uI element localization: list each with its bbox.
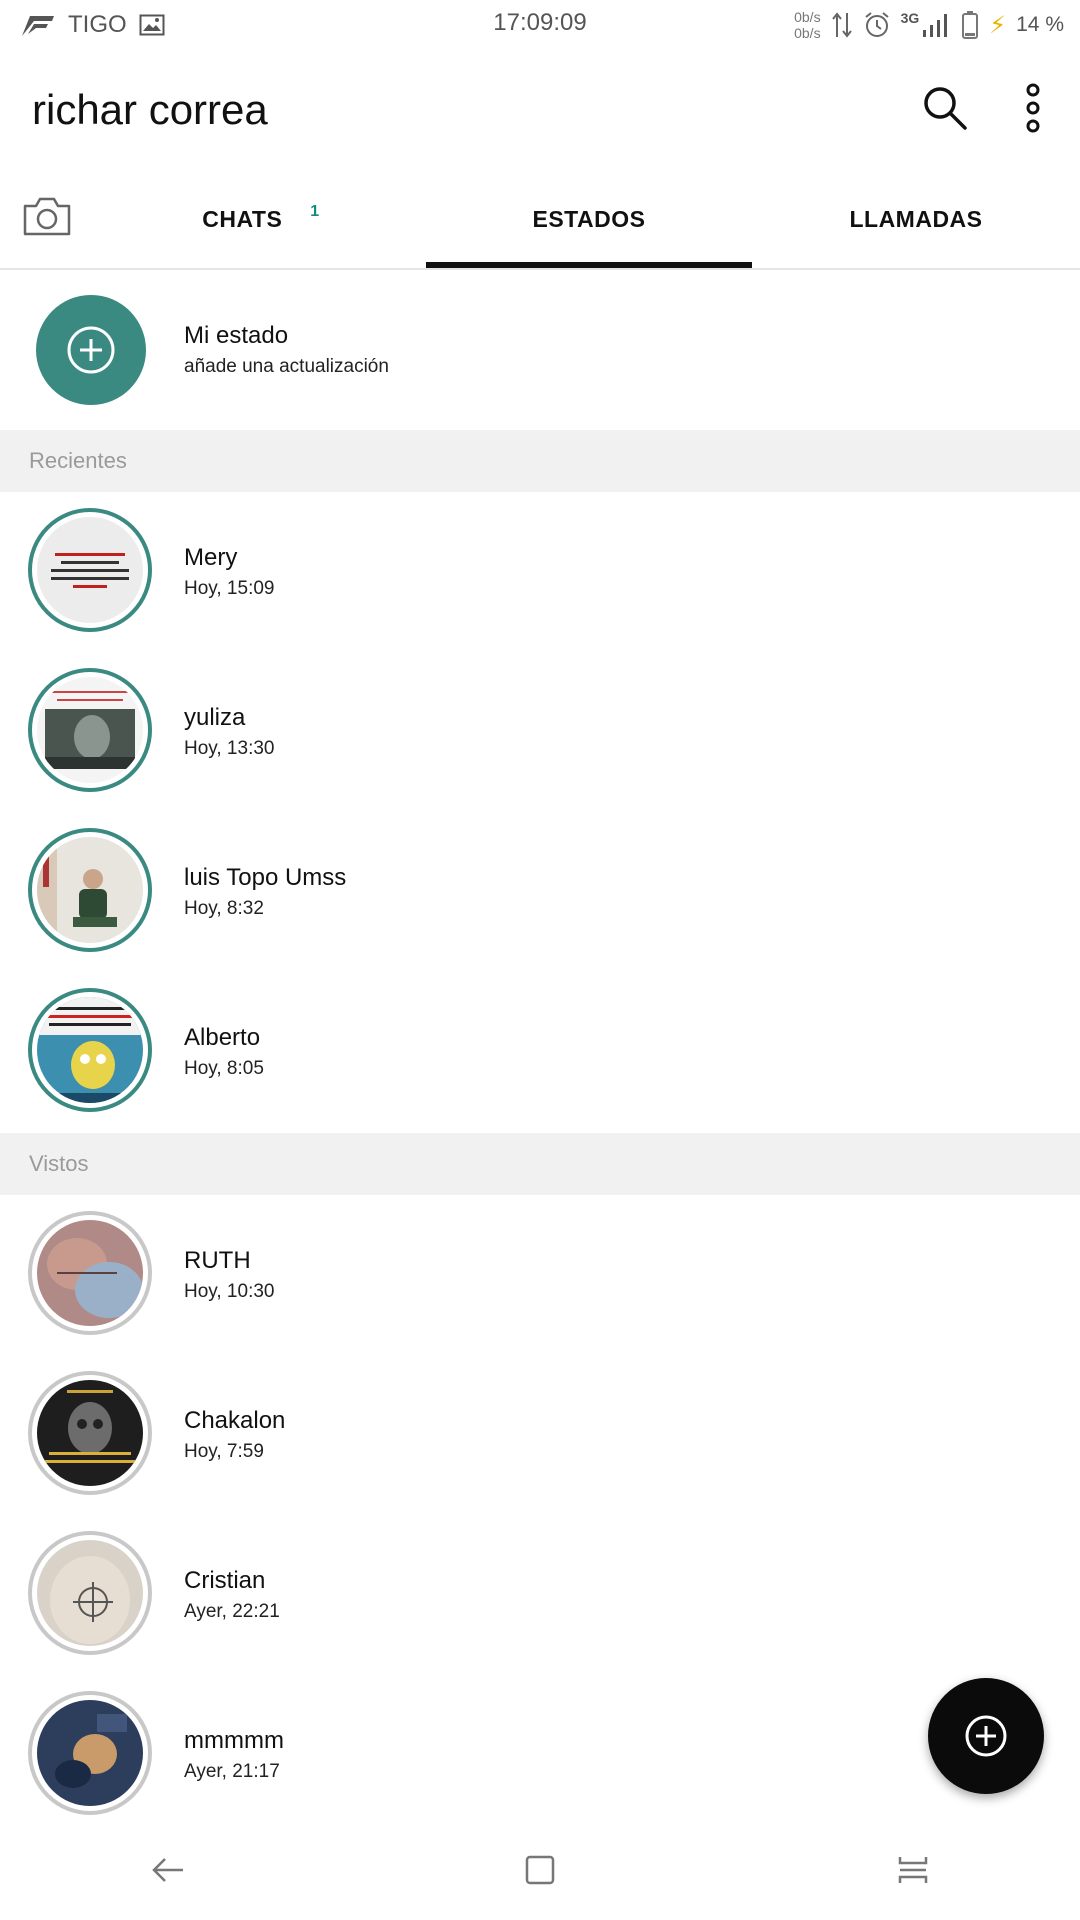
status-row-text: Alberto Hoy, 8:05 [184, 1024, 264, 1080]
unread-badge: 1 [310, 203, 320, 220]
add-circle-icon [67, 326, 115, 374]
status-thumbnail [37, 1540, 143, 1646]
home-button[interactable] [510, 1842, 570, 1898]
contact-name: yuliza [184, 704, 246, 731]
battery-percent: 14 % [1016, 13, 1064, 36]
status-time: Hoy, 10:30 [184, 1281, 275, 1302]
status-row-text: Mery Hoy, 15:09 [184, 544, 274, 600]
alarm-icon [864, 12, 889, 37]
contact-name: mmmmm [184, 1727, 284, 1754]
recents-button[interactable] [883, 1842, 943, 1898]
status-thumbnail [37, 677, 143, 783]
app-bar: richar correa [0, 50, 1080, 170]
contact-name: Alberto [184, 1024, 261, 1051]
status-time: Hoy, 8:05 [184, 1058, 264, 1079]
more-options-button[interactable] [1003, 78, 1063, 138]
status-row-text: yuliza Hoy, 13:30 [184, 704, 274, 760]
camera-icon [23, 197, 71, 236]
my-status-subtitle: añade una actualización [184, 356, 389, 377]
page-title: richar correa [32, 86, 268, 133]
contact-name: Mery [184, 544, 238, 571]
recents-icon [898, 1857, 928, 1883]
tab-estados[interactable]: ESTADOS [426, 170, 752, 268]
status-time: Ayer, 21:17 [184, 1761, 280, 1782]
status-ring [28, 828, 152, 952]
status-ring [28, 668, 152, 792]
status-row[interactable]: luis Topo Umss Hoy, 8:32 [0, 812, 1080, 972]
status-bar: TIGO 17:09:09 0b/s 0b/s 3G ⚡ 14 % [0, 0, 1080, 50]
data-transfer-icon [831, 12, 852, 38]
tab-estados-label: ESTADOS [532, 205, 646, 232]
system-nav-bar [0, 1820, 1080, 1920]
contact-name: RUTH [184, 1247, 251, 1274]
status-row-text: RUTH Hoy, 10:30 [184, 1247, 274, 1303]
contact-name: Chakalon [184, 1407, 286, 1434]
status-icons: 0b/s 0b/s 3G ⚡ 14 % [794, 6, 1064, 44]
home-square-icon [525, 1855, 555, 1885]
status-thumbnail [37, 1700, 143, 1806]
status-thumbnail [37, 1220, 143, 1326]
status-row[interactable]: Mery Hoy, 15:09 [0, 492, 1080, 652]
my-status-text: Mi estado añade una actualización [184, 322, 389, 378]
status-thumbnail [37, 837, 143, 943]
status-ring [28, 508, 152, 632]
add-circle-icon [965, 1715, 1007, 1757]
my-status-row[interactable]: Mi estado añade una actualización [0, 270, 1080, 432]
contact-name: luis Topo Umss [184, 864, 347, 891]
status-ring [28, 1691, 152, 1815]
status-row[interactable]: mmmmm Ayer, 21:17 [0, 1675, 1080, 1835]
status-row[interactable]: yuliza Hoy, 13:30 [0, 652, 1080, 812]
status-ring [28, 1371, 152, 1495]
active-tab-indicator [426, 262, 752, 268]
tab-bar: CHATS 1 ESTADOS LLAMADAS [0, 170, 1080, 270]
tab-llamadas[interactable]: LLAMADAS [752, 170, 1080, 268]
tab-llamadas-label: LLAMADAS [849, 205, 983, 232]
status-row[interactable]: Alberto Hoy, 8:05 [0, 972, 1080, 1132]
back-button[interactable] [138, 1842, 198, 1898]
tab-chats-label: CHATS [202, 205, 283, 232]
network-speed: 0b/s 0b/s [794, 9, 821, 41]
more-vertical-icon [1026, 83, 1040, 133]
search-button[interactable] [915, 78, 975, 138]
network-type: 3G [900, 10, 920, 26]
status-row[interactable]: Chakalon Hoy, 7:59 [0, 1355, 1080, 1515]
status-ring [28, 988, 152, 1112]
status-row[interactable]: RUTH Hoy, 10:30 [0, 1195, 1080, 1355]
status-ring [28, 1531, 152, 1655]
search-icon [924, 87, 967, 130]
signal-icon [923, 14, 948, 37]
tab-camera[interactable] [22, 194, 72, 238]
status-time: Hoy, 8:32 [184, 898, 264, 919]
section-header-recent: Recientes [0, 430, 1080, 492]
back-arrow-icon [152, 1858, 183, 1882]
status-ring [28, 1211, 152, 1335]
status-row-text: luis Topo Umss Hoy, 8:32 [184, 864, 346, 920]
status-time: Hoy, 7:59 [184, 1441, 264, 1462]
section-header-seen: Vistos [0, 1133, 1080, 1195]
status-time: Hoy, 13:30 [184, 738, 275, 759]
new-status-button[interactable] [928, 1678, 1044, 1794]
status-thumbnail [37, 517, 143, 623]
status-thumbnail [37, 1380, 143, 1486]
add-status-avatar[interactable] [36, 295, 146, 405]
my-status-name: Mi estado [184, 322, 289, 349]
status-row-text: mmmmm Ayer, 21:17 [184, 1727, 284, 1783]
status-thumbnail [37, 997, 143, 1103]
status-time: Ayer, 22:21 [184, 1601, 280, 1622]
contact-name: Cristian [184, 1567, 266, 1594]
charging-icon: ⚡ [989, 11, 1007, 39]
status-row-text: Chakalon Hoy, 7:59 [184, 1407, 285, 1463]
battery-icon [962, 11, 979, 39]
status-time: Hoy, 15:09 [184, 578, 275, 599]
status-row-text: Cristian Ayer, 22:21 [184, 1567, 280, 1623]
status-row[interactable]: Cristian Ayer, 22:21 [0, 1515, 1080, 1675]
tab-chats[interactable]: CHATS 1 [96, 170, 426, 268]
